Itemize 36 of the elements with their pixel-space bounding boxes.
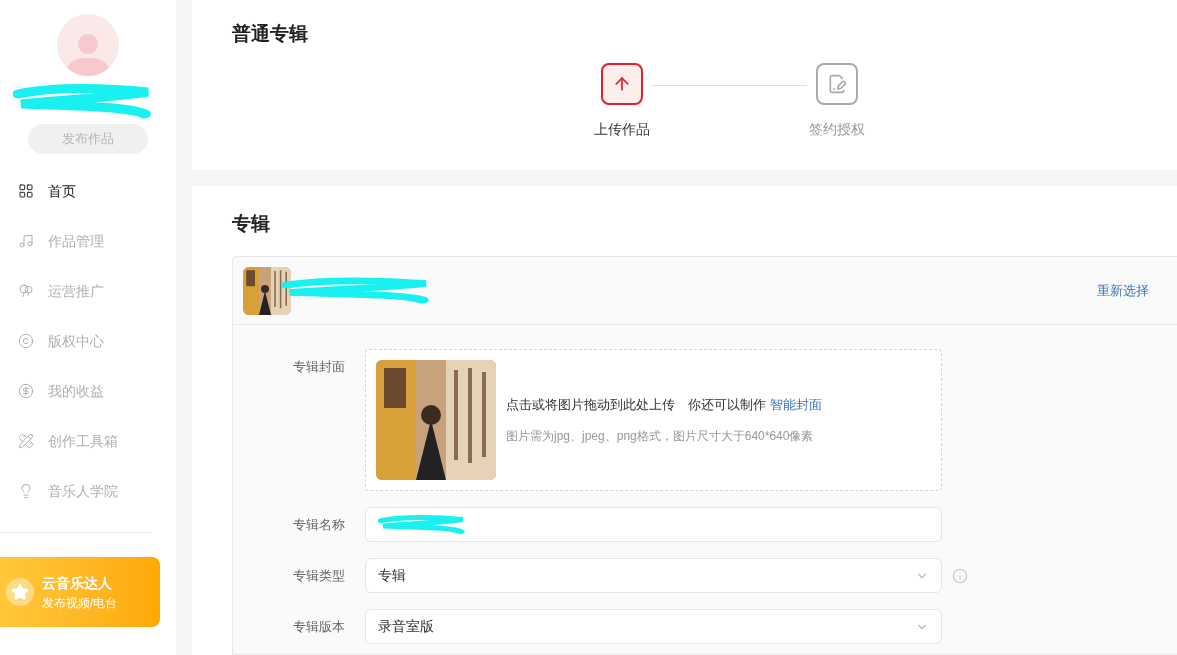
field-label: 专辑版本 [292,617,346,636]
upload-hint: 点击或将图片拖动到此处上传 你还可以制作 智能封面 [506,396,822,415]
promo-subtitle: 发布视频/电台 [42,594,118,612]
currency-icon [18,383,34,399]
info-icon [952,567,968,584]
nav-item[interactable]: 创作工具箱 [0,416,176,466]
promo-banner[interactable]: 云音乐达人 发布视频/电台 [0,557,160,627]
tools-icon [18,433,34,449]
nav-item[interactable]: 版权中心 [0,316,176,366]
field-label: 专辑名称 [292,515,346,534]
publish-button[interactable]: 发布作品 [28,124,148,154]
step-label: 签约授权 [809,119,865,139]
nav-item[interactable]: 运营推广 [0,266,176,316]
balloon-icon [18,283,34,299]
select-field[interactable]: 专辑 [365,558,942,593]
input-field[interactable] [365,507,942,542]
card-title: 专辑 [232,211,271,236]
nav-item[interactable]: 音乐人学院 [0,466,176,516]
copyright-icon [18,333,34,349]
cover-upload-area[interactable]: 点击或将图片拖动到此处上传 你还可以制作 智能封面 图片需为jpg、jpeg、png格式，图片尺寸大于640*640像素 [365,349,942,491]
reselect-link[interactable]: 重新选择 [1097,280,1149,301]
lightbulb-icon [18,483,34,499]
field-label: 专辑封面 [292,358,346,376]
nav-item[interactable]: 作品管理 [0,216,176,266]
select-field[interactable]: 录音室版 [365,609,942,644]
star-icon [11,583,29,601]
field-label: 专辑类型 [292,566,346,585]
nav-item[interactable]: 首页 [0,166,176,216]
grid-icon [18,183,34,199]
upload-requirement: 图片需为jpg、jpeg、png格式，图片尺寸大于640*640像素 [506,427,815,445]
music-icon [18,233,34,249]
nav-item[interactable]: 我的收益 [0,366,176,416]
smart-cover-link[interactable]: 智能封面 [769,397,822,413]
step-label: 上传作品 [594,119,650,139]
promo-title: 云音乐达人 [42,573,113,593]
card-title: 普通专辑 [232,22,309,46]
